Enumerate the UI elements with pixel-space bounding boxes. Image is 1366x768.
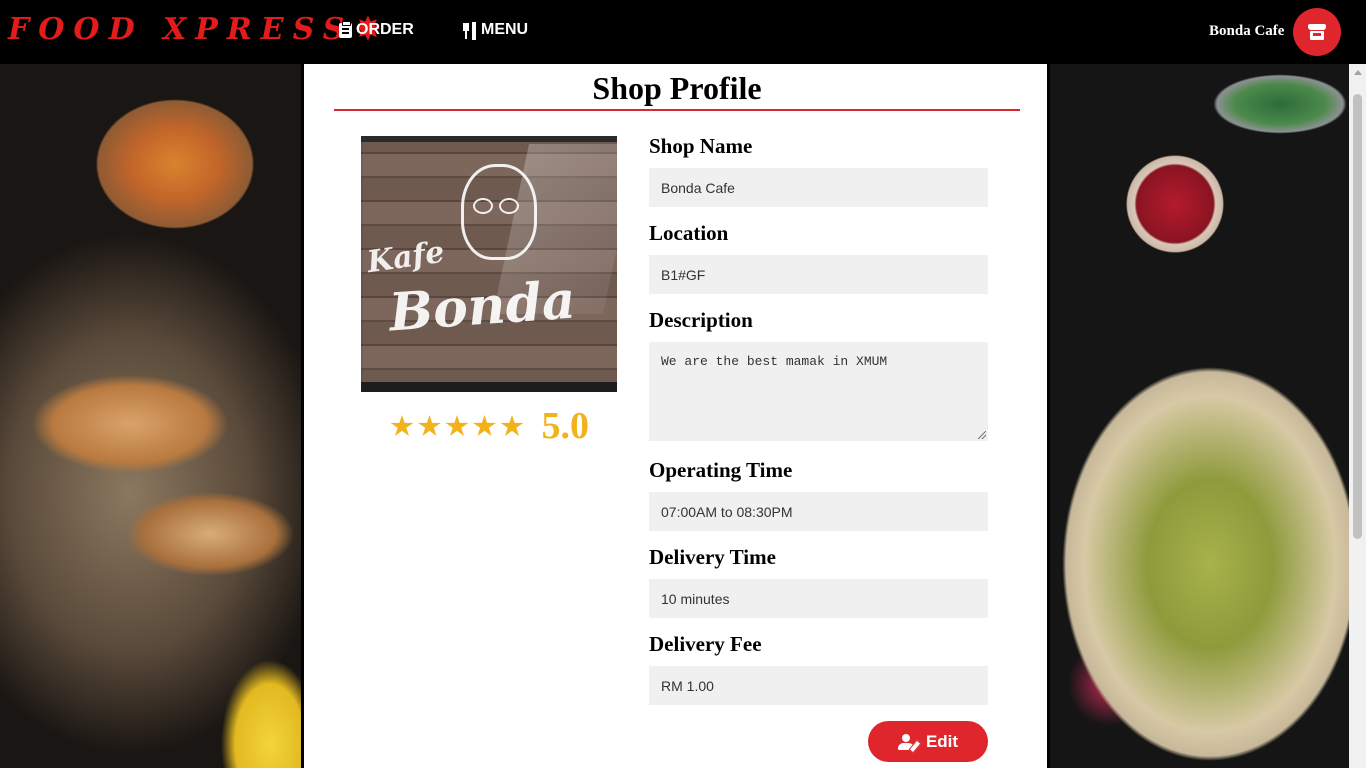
resize-handle[interactable] [978,431,986,439]
delivery-fee-field[interactable]: RM 1.00 [649,666,988,705]
background-food-image-left [0,64,301,768]
star-icon [445,415,469,436]
current-shop-name: Bonda Cafe [1209,23,1285,39]
shop-profile-panel: Shop Profile Kafe Bonda 5.0 Shop Name Bo… [301,64,1050,768]
edit-button[interactable]: Edit [868,721,988,762]
top-navbar: FOOD XPRESS✸ ORDER MENU Bonda Cafe [0,0,1366,64]
nav-order-label: ORDER [356,21,414,38]
description-label: Description [649,308,753,332]
scrollbar-thumb[interactable] [1353,94,1362,539]
operating-time-label: Operating Time [649,458,793,482]
utensils-icon [463,22,477,39]
edit-button-label: Edit [925,731,959,751]
location-label: Location [649,221,729,245]
description-textarea[interactable]: We are the best mamak in XMUM [649,342,988,441]
logo-face-drawing [461,164,537,260]
nav-order-link[interactable]: ORDER [339,20,414,39]
photo-logo-text-2: Bonda [387,269,578,344]
user-edit-icon [897,733,922,753]
background-food-image-right [1050,64,1366,768]
shop-name-field[interactable]: Bonda Cafe [649,168,988,207]
shop-rating: 5.0 [390,407,589,445]
clipboard-icon [339,20,352,38]
operating-time-field[interactable]: 07:00AM to 08:30PM [649,492,988,531]
brand-logo-text: FOOD XPRESS [8,12,354,47]
shop-name-label: Shop Name [649,134,753,158]
star-icon [472,415,497,436]
star-icon [390,415,414,436]
star-icon [500,415,524,436]
photo-logo-text-1: Kafe [364,234,447,281]
nav-menu-label: MENU [481,21,529,38]
rating-value: 5.0 [541,405,590,447]
page-title: Shop Profile [592,70,762,106]
star-icon [417,415,442,436]
shop-photo: Kafe Bonda [361,136,617,392]
delivery-fee-label: Delivery Fee [649,632,762,656]
title-divider [334,109,1020,111]
scroll-up-arrow-icon[interactable] [1354,70,1362,75]
page-scrollbar[interactable] [1349,64,1366,768]
location-field[interactable]: B1#GF [649,255,988,294]
delivery-time-field[interactable]: 10 minutes [649,579,988,618]
shop-profile-button[interactable] [1293,8,1341,56]
nav-menu-link[interactable]: MENU [463,21,528,39]
delivery-time-label: Delivery Time [649,545,776,569]
brand-logo[interactable]: FOOD XPRESS✸ [8,12,380,47]
description-text: We are the best mamak in XMUM [661,354,888,369]
store-icon [1308,24,1326,40]
